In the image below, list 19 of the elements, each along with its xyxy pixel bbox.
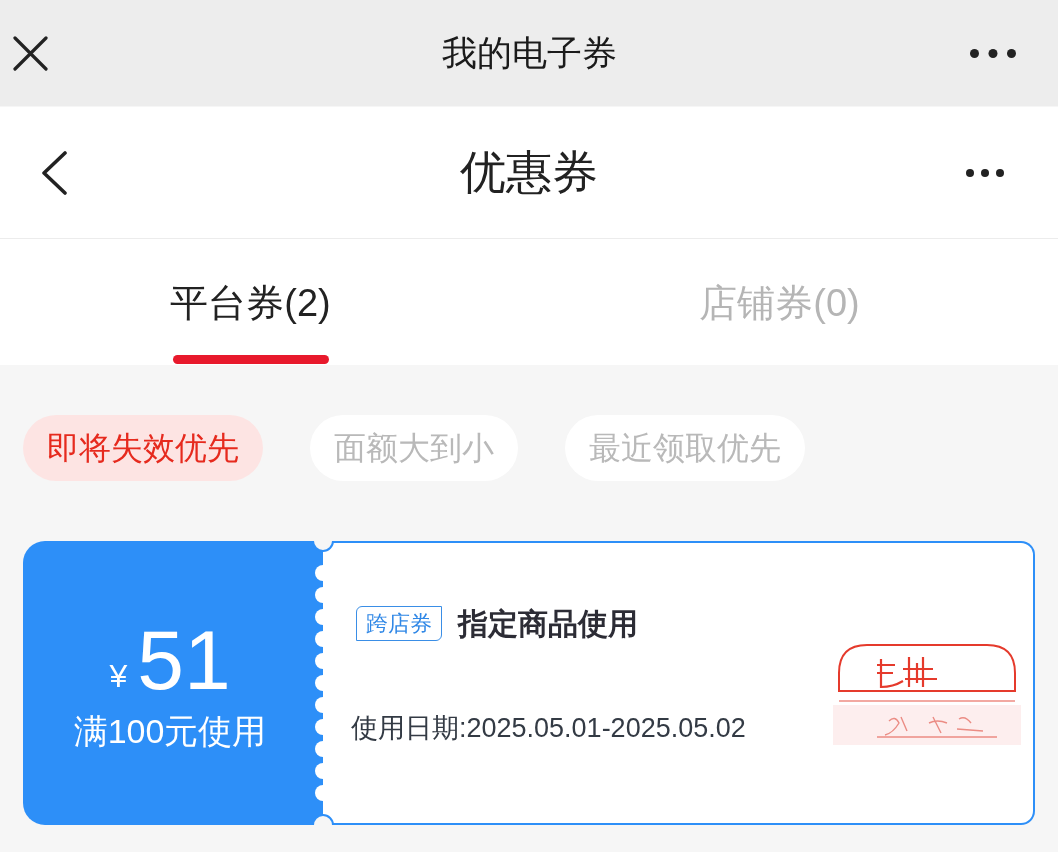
close-icon xyxy=(12,35,48,71)
sort-chip[interactable]: 最近领取优先 xyxy=(565,415,805,481)
currency-symbol: ¥ xyxy=(109,660,128,692)
coupon-title: 指定商品使用 xyxy=(458,606,638,642)
window-title: 我的电子券 xyxy=(441,31,617,74)
more-icon xyxy=(966,168,1004,177)
back-button[interactable] xyxy=(40,148,68,197)
back-icon xyxy=(40,150,68,195)
coupon-condition: 满100元使用 xyxy=(73,714,267,748)
sort-chip[interactable]: 即将失效优先 xyxy=(23,415,263,481)
coupon-validity: 使用日期:2025.05.01-2025.05.02 xyxy=(351,712,747,745)
close-button[interactable] xyxy=(12,35,48,71)
more-icon xyxy=(970,48,1016,58)
coupon-amount: 51 xyxy=(137,618,231,702)
sort-chip[interactable]: 面额大到小 xyxy=(310,415,518,481)
coupon-tag: 跨店券 xyxy=(356,605,442,642)
tab[interactable]: 店铺券(0) xyxy=(529,239,1058,365)
tab[interactable]: 平台券(2) xyxy=(0,239,529,365)
page-title: 优惠券 xyxy=(460,145,598,200)
